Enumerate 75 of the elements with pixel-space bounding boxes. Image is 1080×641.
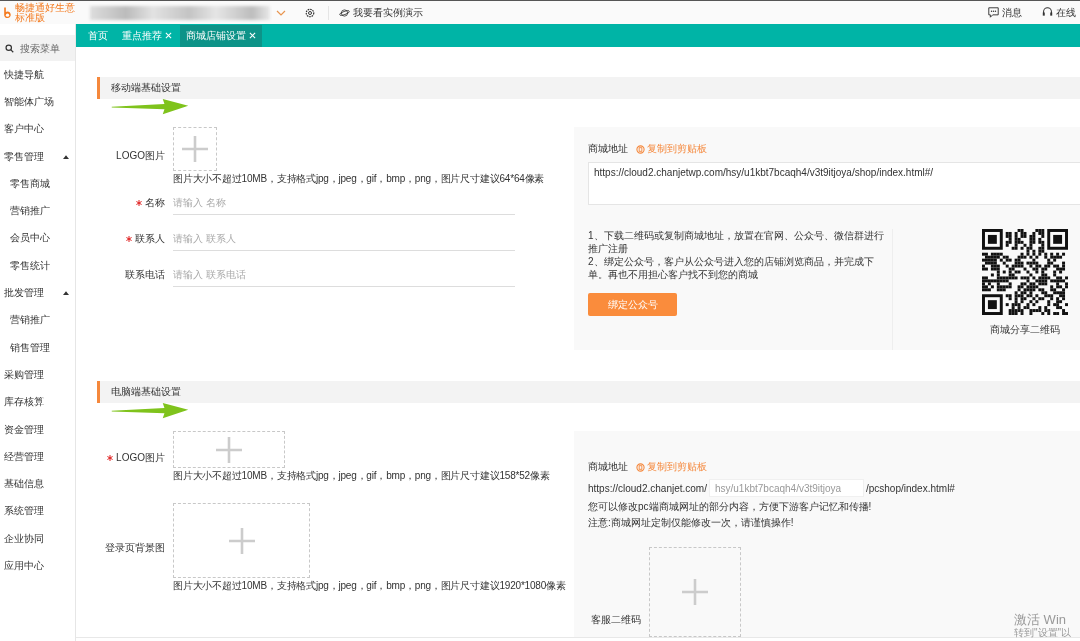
collapse-icon — [63, 291, 69, 295]
plus-icon — [216, 436, 242, 463]
url-suffix: /pcshop/index.html# — [865, 482, 955, 494]
field-label: 商城地址 — [588, 142, 628, 156]
plus-icon — [682, 579, 708, 605]
sidebar-item[interactable]: 快捷导航 — [0, 61, 75, 89]
messages-button[interactable]: 消息 — [988, 5, 1022, 20]
sidebar-item[interactable]: 智能体广场 — [0, 88, 75, 116]
field-label: 名称 — [97, 196, 173, 210]
input-field[interactable]: 请输入 名称 — [173, 191, 515, 215]
page-tab[interactable]: 商城店铺设置 — [180, 24, 262, 47]
sidebar-subitem[interactable]: 销售管理 — [0, 333, 75, 362]
instruction-text: 1、下载二维码或复制商城地址，放置在官网、公众号、微信群进行推广注册 — [588, 229, 885, 255]
note-text: 注意:商城网址定制仅能修改一次，请谨慎操作! — [588, 516, 795, 529]
sidebar-subitem[interactable]: 会员中心 — [0, 224, 75, 253]
image-upload[interactable] — [173, 127, 217, 171]
instruction-text: 2、绑定公众号，客户从公众号进入您的店铺浏览商品，并完成下单。再也不用担心客户找不到您的商城 — [588, 255, 875, 281]
field-label: 客服二维码 — [590, 612, 642, 627]
sidebar-item[interactable]: 企业协同 — [0, 525, 75, 553]
sidebar-item[interactable]: 系统管理 — [0, 497, 75, 526]
field-label: 登录页背景图 — [104, 540, 166, 555]
upload-hint: 图片大小不超过10MB，支持格式jpg，jpeg，gif，bmp，png，图片尺寸建议1920*1080像素 — [173, 580, 566, 592]
close-icon[interactable] — [165, 32, 172, 39]
plus-icon — [228, 527, 255, 554]
close-icon[interactable] — [249, 32, 256, 39]
copy-icon — [636, 144, 645, 154]
edition-label: 标准版 — [15, 12, 45, 23]
sidebar-item[interactable]: 库存核算 — [0, 388, 75, 416]
chat-icon — [988, 7, 999, 18]
settings-icon[interactable] — [304, 6, 316, 19]
sidebar-item[interactable]: 基础信息 — [0, 470, 75, 498]
support-button[interactable]: 在线 — [1042, 5, 1080, 20]
sidebar-item[interactable]: 批发管理 — [0, 279, 75, 307]
search-icon — [5, 44, 14, 53]
sidebar-subitem[interactable]: 零售统计 — [0, 252, 75, 280]
asterisk-icon — [107, 454, 114, 461]
upload-hint: 图片大小不超过10MB，支持格式jpg，jpeg，gif，bmp，png，图片尺寸建议64*64像素 — [173, 173, 545, 185]
input-field[interactable]: 请输入 联系人 — [173, 227, 515, 251]
headset-icon — [1042, 7, 1053, 18]
sidebar-subitem[interactable]: 营销推广 — [0, 197, 75, 225]
sidebar-item[interactable]: 采购管理 — [0, 361, 75, 389]
planet-icon — [339, 7, 350, 18]
collapse-icon — [63, 154, 69, 159]
plus-icon — [182, 136, 208, 162]
sidebar-item[interactable]: 应用中心 — [0, 552, 75, 580]
url-text-area[interactable]: https://cloud2.chanjetwp.com/hsy/u1kbt7bcaqh4/v3t9itjoya/shop/index.html#/ — [588, 162, 1080, 205]
field-label: LOGO图片 — [97, 434, 173, 465]
activation-hint: 转到"设置"以 — [1014, 627, 1073, 639]
image-upload[interactable] — [173, 431, 285, 468]
section-title: 移动端基础设置 — [111, 81, 181, 95]
brand-name: 畅捷通好生意 — [15, 2, 75, 13]
sidebar-subitem[interactable]: 营销推广 — [0, 306, 75, 334]
menu-search-field[interactable]: 搜索菜单 — [0, 35, 75, 61]
field-label: LOGO图片 — [115, 149, 166, 163]
sidebar-item[interactable]: 资金管理 — [0, 415, 75, 444]
upload-hint: 图片大小不超过10MB，支持格式jpg，jpeg，gif，bmp，png，图片尺寸建议158*52像素 — [173, 470, 550, 482]
field-label: 联系人 — [97, 232, 173, 246]
input-field[interactable]: 请输入 联系电话 — [173, 263, 515, 287]
field-label: 商城地址 — [588, 460, 628, 474]
caret-icon — [276, 9, 286, 16]
sidebar-item[interactable]: 经营管理 — [0, 443, 75, 471]
demo-link[interactable]: 我要看实例演示 — [328, 5, 423, 20]
sidebar-item[interactable]: 零售管理 — [0, 142, 75, 171]
copy-icon — [636, 462, 645, 472]
asterisk-icon — [136, 200, 142, 206]
field-label: 联系电话 — [124, 268, 166, 282]
section-title: 电脑端基础设置 — [111, 385, 181, 399]
sidebar-item[interactable]: 客户中心 — [0, 115, 75, 143]
note-text: 您可以修改pc端商城网址的部分内容，方便下游客户记忆和传播! — [588, 500, 873, 513]
image-upload[interactable] — [173, 503, 310, 578]
activation-notice: 激活 Win — [1014, 612, 1067, 627]
asterisk-icon — [126, 236, 132, 242]
qr-caption: 商城分享二维码 — [990, 323, 1060, 337]
url-prefix: https://cloud2.chanjet.com/ — [588, 482, 707, 494]
sidebar-subitem[interactable]: 零售商城 — [0, 170, 75, 198]
